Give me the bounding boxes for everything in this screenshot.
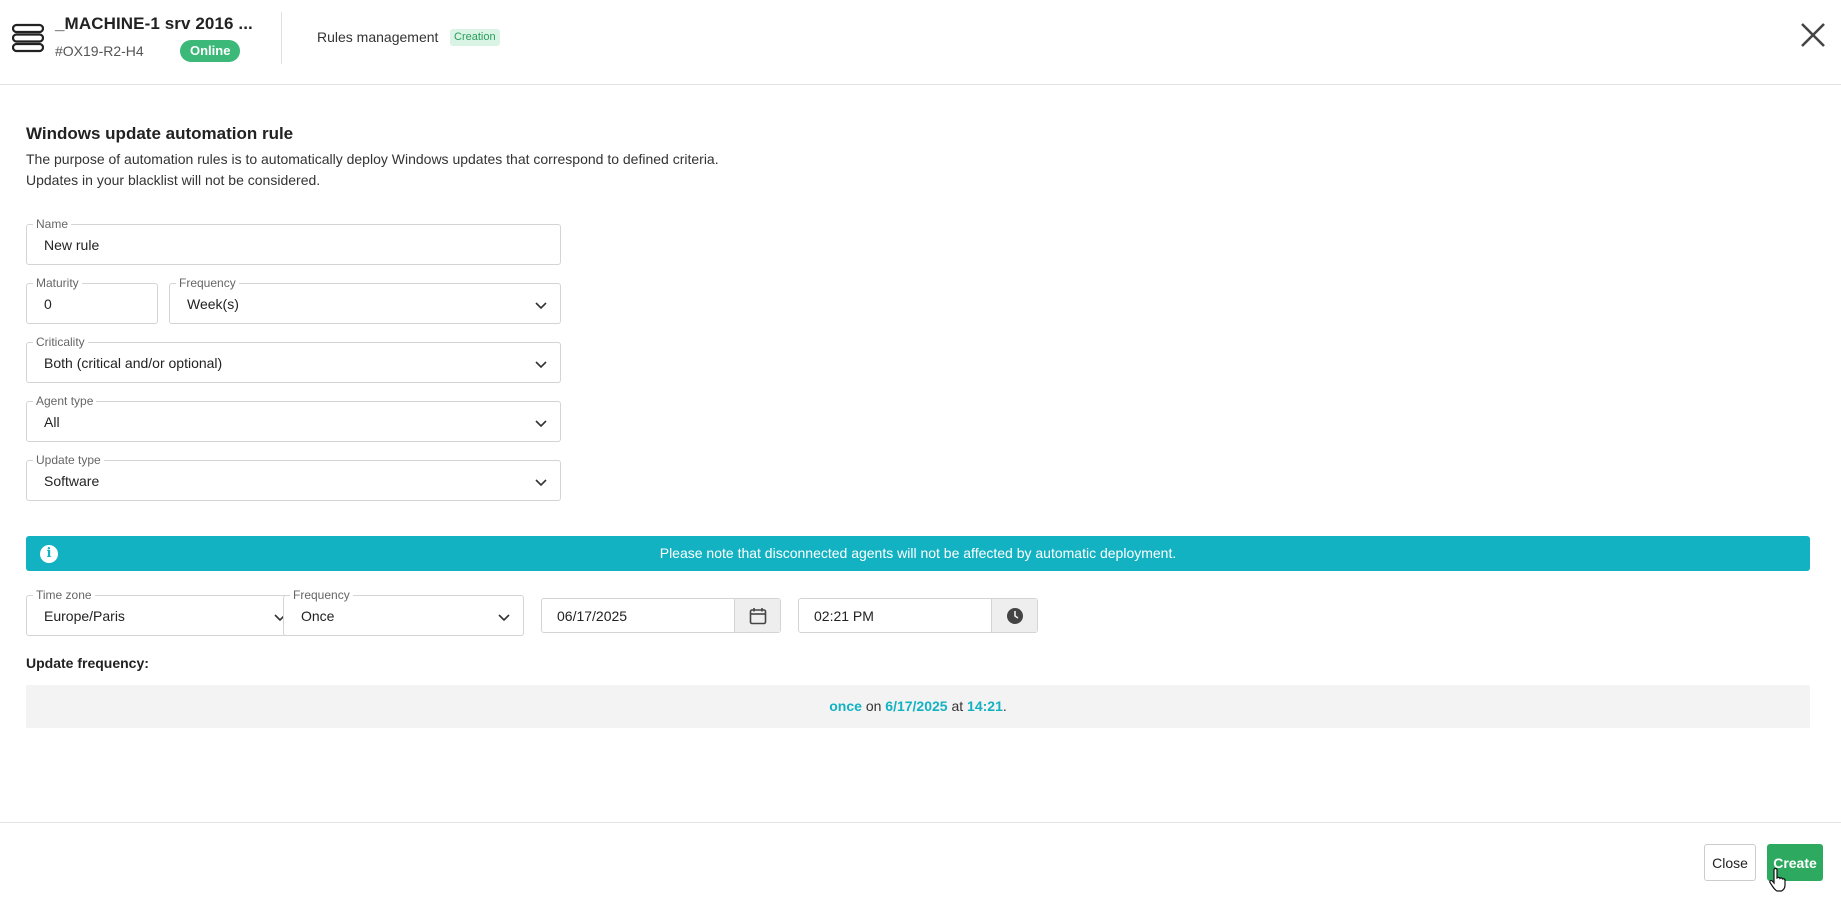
criticality-select[interactable]: Criticality Both (critical and/or option… (26, 335, 561, 383)
header-bar: _MACHINE-1 srv 2016 ... #OX19-R2-H4 Onli… (0, 0, 1841, 85)
machine-id: #OX19-R2-H4 (55, 43, 144, 59)
server-icon (12, 23, 44, 53)
frequency-label: Frequency (176, 276, 239, 290)
agent-type-select[interactable]: Agent type All (26, 394, 561, 442)
hand-cursor-icon (1769, 868, 1786, 892)
summary-period: . (1002, 698, 1007, 714)
maturity-field[interactable]: Maturity 0 (26, 276, 158, 324)
name-label: Name (33, 217, 72, 231)
summary-frequency: once (829, 698, 862, 714)
page-title: Windows update automation rule (26, 124, 294, 143)
time-input[interactable]: 02:21 PM (798, 598, 1038, 633)
time-value: 02:21 PM (814, 608, 874, 624)
summary-on: on (865, 698, 882, 714)
time-zone-label: Time zone (33, 588, 95, 602)
chevron-down-icon (535, 361, 547, 369)
maturity-label: Maturity (33, 276, 82, 290)
summary-date: 6/17/2025 (885, 698, 948, 714)
close-button[interactable]: Close (1704, 844, 1756, 881)
time-zone-value: Europe/Paris (44, 608, 125, 624)
calendar-icon (749, 608, 767, 625)
date-input[interactable]: 06/17/2025 (541, 598, 781, 633)
schedule-frequency-value: Once (301, 608, 335, 624)
description-line-2: Updates in your blacklist will not be co… (26, 172, 321, 188)
header-divider (281, 12, 282, 64)
name-field[interactable]: Name New rule (26, 217, 561, 265)
agent-type-label: Agent type (33, 394, 97, 408)
criticality-value: Both (critical and/or optional) (44, 355, 223, 371)
footer-bar (0, 822, 1841, 898)
update-frequency-heading: Update frequency: (26, 655, 149, 671)
description-line-1: The purpose of automation rules is to au… (26, 151, 719, 167)
mode-badge: Creation (450, 29, 500, 46)
info-banner: i Please note that disconnected agents w… (26, 536, 1810, 571)
date-value: 06/17/2025 (557, 608, 628, 624)
clock-icon (1007, 608, 1023, 624)
chevron-down-icon (535, 302, 547, 310)
time-zone-select[interactable]: Time zone Europe/Paris (26, 588, 300, 636)
name-value: New rule (44, 237, 100, 253)
agent-type-value: All (44, 414, 60, 430)
info-banner-text: Please note that disconnected agents wil… (659, 545, 1177, 561)
schedule-frequency-select[interactable]: Frequency Once (283, 588, 524, 636)
schedule-frequency-label: Frequency (290, 588, 353, 602)
breadcrumb: Rules management (317, 29, 439, 45)
update-type-select[interactable]: Update type Software (26, 453, 561, 501)
update-type-label: Update type (33, 453, 104, 467)
chevron-down-icon (535, 420, 547, 428)
summary-time: 14:21 (967, 698, 1003, 714)
update-type-value: Software (44, 473, 100, 489)
machine-title: _MACHINE-1 srv 2016 ... (55, 14, 253, 33)
status-badge: Online (180, 40, 241, 62)
frequency-value: Week(s) (187, 296, 239, 312)
time-picker-button[interactable] (991, 599, 1037, 632)
frequency-select[interactable]: Frequency Week(s) (169, 276, 561, 324)
update-frequency-summary: once on 6/17/2025 at 14:21. (26, 685, 1810, 728)
close-icon[interactable] (1798, 20, 1828, 50)
date-picker-button[interactable] (734, 599, 780, 632)
chevron-down-icon (498, 614, 510, 622)
criticality-label: Criticality (33, 335, 88, 349)
summary-at: at (951, 698, 964, 714)
chevron-down-icon (535, 479, 547, 487)
maturity-value: 0 (44, 296, 52, 312)
